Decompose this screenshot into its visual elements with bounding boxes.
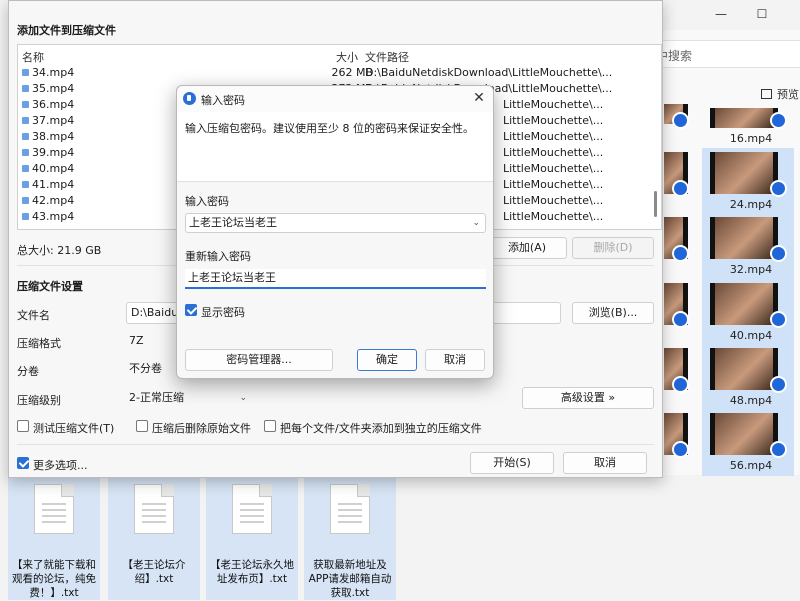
text-file-icon xyxy=(134,484,174,534)
delete-after-checkbox[interactable] xyxy=(136,420,148,432)
desktop-file[interactable]: 获取最新地址及APP请发邮箱自动获取.txt xyxy=(304,478,396,600)
column-size[interactable]: 大小 xyxy=(336,49,358,65)
file-label: 获取最新地址及APP请发邮箱自动获取.txt xyxy=(308,559,392,599)
file-row[interactable]: 34.mp4 262 MB D:\BaiduNetdiskDownload\Litt… xyxy=(18,65,661,81)
column-name[interactable]: 名称 xyxy=(22,49,44,65)
text-file-icon xyxy=(232,484,272,534)
file-label: 【来了就能下载和观看的论坛，纯免费！】.txt xyxy=(12,559,96,599)
video-file-icon xyxy=(22,69,29,76)
play-icon xyxy=(770,376,787,393)
chevron-down-icon: ⌄ xyxy=(239,393,247,403)
play-icon xyxy=(672,376,689,393)
show-password-checkbox[interactable] xyxy=(185,304,197,316)
file-list-header: 名称 大小 文件路径 xyxy=(18,45,661,65)
video-file-icon xyxy=(22,101,29,108)
app-logo-icon xyxy=(183,92,196,105)
add-button[interactable]: 添加(A) xyxy=(487,237,567,259)
filename-label: 文件名 xyxy=(17,309,50,322)
add-files-heading: 添加文件到压缩文件 xyxy=(17,24,116,37)
thumbnail-label: 32.mp4 xyxy=(729,263,773,276)
file-label: 【老王论坛永久地址发布页】.txt xyxy=(210,559,294,585)
video-thumbnail[interactable]: 56.mp4 xyxy=(706,413,787,477)
desktop-file[interactable]: 【来了就能下载和观看的论坛，纯免费！】.txt xyxy=(8,478,100,600)
play-icon xyxy=(672,180,689,197)
maximize-icon[interactable]: ☐ xyxy=(754,6,770,22)
settings-heading: 压缩文件设置 xyxy=(17,280,83,293)
play-icon xyxy=(770,180,787,197)
password-combobox[interactable]: 上老王论坛当老王 ⌄ xyxy=(185,213,486,233)
thumbnail-label: 48.mp4 xyxy=(729,394,773,407)
delete-after-label[interactable]: 压缩后删除原始文件 xyxy=(152,420,251,436)
play-icon xyxy=(672,441,689,458)
dialog-title: 输入密码 xyxy=(201,94,245,107)
play-icon xyxy=(672,245,689,262)
video-thumbnail[interactable]: 24.mp4 xyxy=(706,152,787,216)
preview-pane-icon xyxy=(761,89,772,99)
password-manager-button[interactable]: 密码管理器... xyxy=(185,349,333,371)
play-icon xyxy=(770,441,787,458)
thumbnail-label: 16.mp4 xyxy=(729,132,773,145)
delete-button[interactable]: 删除(D) xyxy=(572,237,654,259)
split-label: 分卷 xyxy=(17,365,39,378)
video-file-icon xyxy=(22,197,29,204)
file-list-scrollbar[interactable] xyxy=(654,191,657,217)
video-thumbnail[interactable]: 40.mp4 xyxy=(706,283,787,347)
password-hint: 输入压缩包密码。建议使用至少 8 位的密码来保证安全性。 xyxy=(185,122,474,135)
more-options-label[interactable]: 更多选项... xyxy=(33,457,88,473)
video-file-icon xyxy=(22,133,29,140)
close-icon[interactable]: ✕ xyxy=(471,89,487,107)
start-button[interactable]: 开始(S) xyxy=(470,452,554,474)
test-archive-label[interactable]: 测试压缩文件(T) xyxy=(33,420,114,436)
play-icon xyxy=(672,112,689,129)
separate-archives-checkbox[interactable] xyxy=(264,420,276,432)
video-thumbnail[interactable]: 48.mp4 xyxy=(706,348,787,412)
test-archive-checkbox[interactable] xyxy=(17,420,29,432)
format-select[interactable]: 7Z xyxy=(129,331,179,351)
password-cancel-button[interactable]: 取消 xyxy=(425,349,485,371)
desktop-file[interactable]: 【老王论坛永久地址发布页】.txt xyxy=(206,478,298,600)
column-path[interactable]: 文件路径 xyxy=(365,49,409,65)
confirm-password-input[interactable]: 上老王论坛当老王 xyxy=(185,269,486,289)
more-options-checkbox[interactable] xyxy=(17,457,29,469)
video-thumbnail[interactable]: 32.mp4 xyxy=(706,217,787,281)
play-icon xyxy=(672,311,689,328)
chevron-down-icon[interactable]: ⌄ xyxy=(472,214,480,232)
desktop-file[interactable]: 【老王论坛介绍】.txt xyxy=(108,478,200,600)
text-file-icon xyxy=(330,484,370,534)
file-label: 【老王论坛介绍】.txt xyxy=(122,559,186,585)
video-file-icon xyxy=(22,213,29,220)
video-file-icon xyxy=(22,117,29,124)
explorer-search-input[interactable]: 中搜索 xyxy=(656,40,800,68)
minimize-icon[interactable]: — xyxy=(713,6,729,22)
ok-button[interactable]: 确定 xyxy=(357,349,417,371)
level-label: 压缩级别 xyxy=(17,394,61,407)
show-password-label[interactable]: 显示密码 xyxy=(201,304,245,320)
thumbnail-label: 40.mp4 xyxy=(729,329,773,342)
advanced-settings-button[interactable]: 高级设置 » xyxy=(522,387,654,409)
password-label: 输入密码 xyxy=(185,195,229,208)
cancel-button[interactable]: 取消 xyxy=(563,452,647,474)
confirm-password-label: 重新输入密码 xyxy=(185,250,251,263)
preview-pane-button[interactable]: 预览 xyxy=(761,86,799,102)
separate-archives-label[interactable]: 把每个文件/文件夹添加到独立的压缩文件 xyxy=(280,420,482,436)
video-file-icon xyxy=(22,165,29,172)
video-file-icon xyxy=(22,149,29,156)
total-size: 总大小: 21.9 GB xyxy=(17,244,102,257)
thumbnail-label: 24.mp4 xyxy=(729,198,773,211)
split-select[interactable]: 不分卷 xyxy=(129,359,179,379)
play-icon xyxy=(770,311,787,328)
password-dialog: 输入密码 ✕ 输入压缩包密码。建议使用至少 8 位的密码来保证安全性。 输入密码… xyxy=(176,85,494,379)
browse-button[interactable]: 浏览(B)... xyxy=(572,302,654,324)
divider xyxy=(17,444,654,445)
level-select[interactable]: 2-正常压缩 ⌄ xyxy=(129,388,251,408)
play-icon xyxy=(770,245,787,262)
thumbnail-label: 56.mp4 xyxy=(729,459,773,472)
text-file-icon xyxy=(34,484,74,534)
video-file-icon xyxy=(22,85,29,92)
password-hint-panel: 输入压缩包密码。建议使用至少 8 位的密码来保证安全性。 xyxy=(177,112,493,182)
play-icon xyxy=(770,112,787,129)
format-label: 压缩格式 xyxy=(17,337,61,350)
video-file-icon xyxy=(22,181,29,188)
password-dialog-titlebar: 输入密码 ✕ xyxy=(177,86,493,112)
